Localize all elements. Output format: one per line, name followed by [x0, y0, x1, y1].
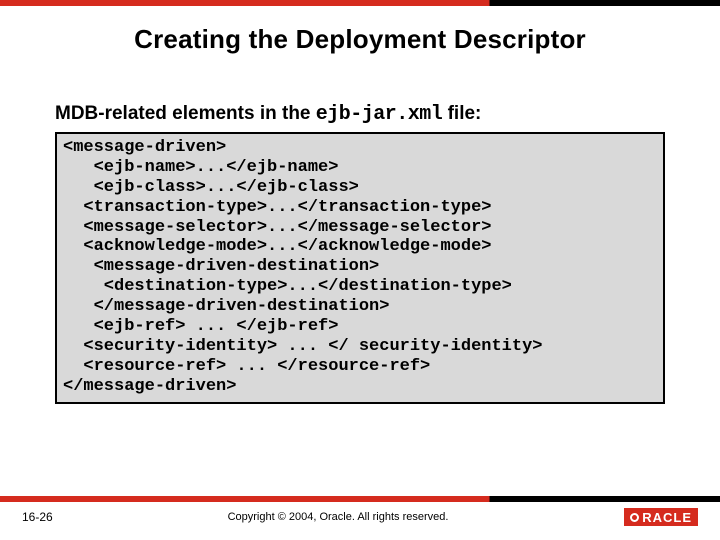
- content-area: MDB-related elements in the ejb-jar.xml …: [0, 103, 720, 540]
- code-block: <message-driven> <ejb-name>...</ejb-name…: [55, 132, 665, 404]
- oracle-logo-text: RACLE: [642, 510, 692, 525]
- subtitle-pre: MDB-related elements in the: [55, 103, 316, 124]
- copyright-text: Copyright © 2004, Oracle. All rights res…: [82, 511, 594, 523]
- oracle-logo-box: RACLE: [624, 508, 698, 526]
- subtitle: MDB-related elements in the ejb-jar.xml …: [55, 103, 665, 126]
- oracle-logo: RACLE: [594, 508, 698, 526]
- subtitle-post: file:: [442, 103, 481, 124]
- oracle-o-icon: [630, 513, 639, 522]
- top-accent-bar: [0, 0, 720, 6]
- subtitle-code: ejb-jar.xml: [316, 103, 443, 126]
- slide: Creating the Deployment Descriptor MDB-r…: [0, 0, 720, 540]
- footer-row: 16-26 Copyright © 2004, Oracle. All righ…: [0, 502, 720, 540]
- slide-title: Creating the Deployment Descriptor: [0, 24, 720, 55]
- slide-number: 16-26: [22, 510, 82, 524]
- footer: 16-26 Copyright © 2004, Oracle. All righ…: [0, 496, 720, 540]
